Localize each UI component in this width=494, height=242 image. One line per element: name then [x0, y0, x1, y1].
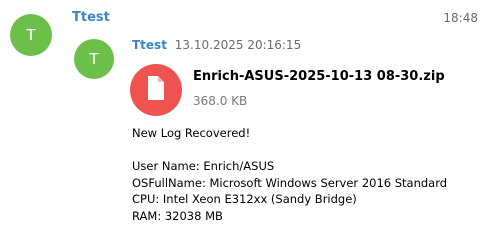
message-line: CPU: Intel Xeon E312xx (Sandy Bridge): [132, 192, 357, 206]
chat-avatar[interactable]: T: [10, 14, 52, 56]
message-line: RAM: 32038 MB: [132, 208, 223, 223]
message-line: [132, 142, 447, 159]
chat-time: 18:48: [443, 11, 478, 25]
message-line: New Log Recovered!: [132, 126, 251, 140]
message-datetime: 13.10.2025 20:16:15: [174, 38, 302, 52]
file-name[interactable]: Enrich-ASUS-2025-10-13 08-30.zip: [193, 69, 445, 84]
message-line: User Name: Enrich/ASUS: [132, 159, 275, 173]
file-icon: [145, 75, 167, 105]
chat-name[interactable]: Ttest: [72, 10, 110, 25]
message-text: New Log Recovered! User Name: Enrich/ASU…: [132, 125, 447, 224]
message-avatar-letter: T: [89, 50, 99, 68]
chat-avatar-letter: T: [26, 26, 36, 44]
message-avatar[interactable]: T: [74, 39, 114, 79]
message-line: OSFullName: Microsoft Windows Server 201…: [132, 175, 448, 190]
chat-window: T Ttest 18:48 T Ttest 13.10.2025 20:16:1…: [0, 0, 494, 242]
message-header: Ttest 13.10.2025 20:16:15: [132, 38, 301, 52]
file-size: 368.0 KB: [193, 94, 248, 108]
message-sender[interactable]: Ttest: [132, 38, 167, 52]
file-download-button[interactable]: [130, 64, 182, 116]
